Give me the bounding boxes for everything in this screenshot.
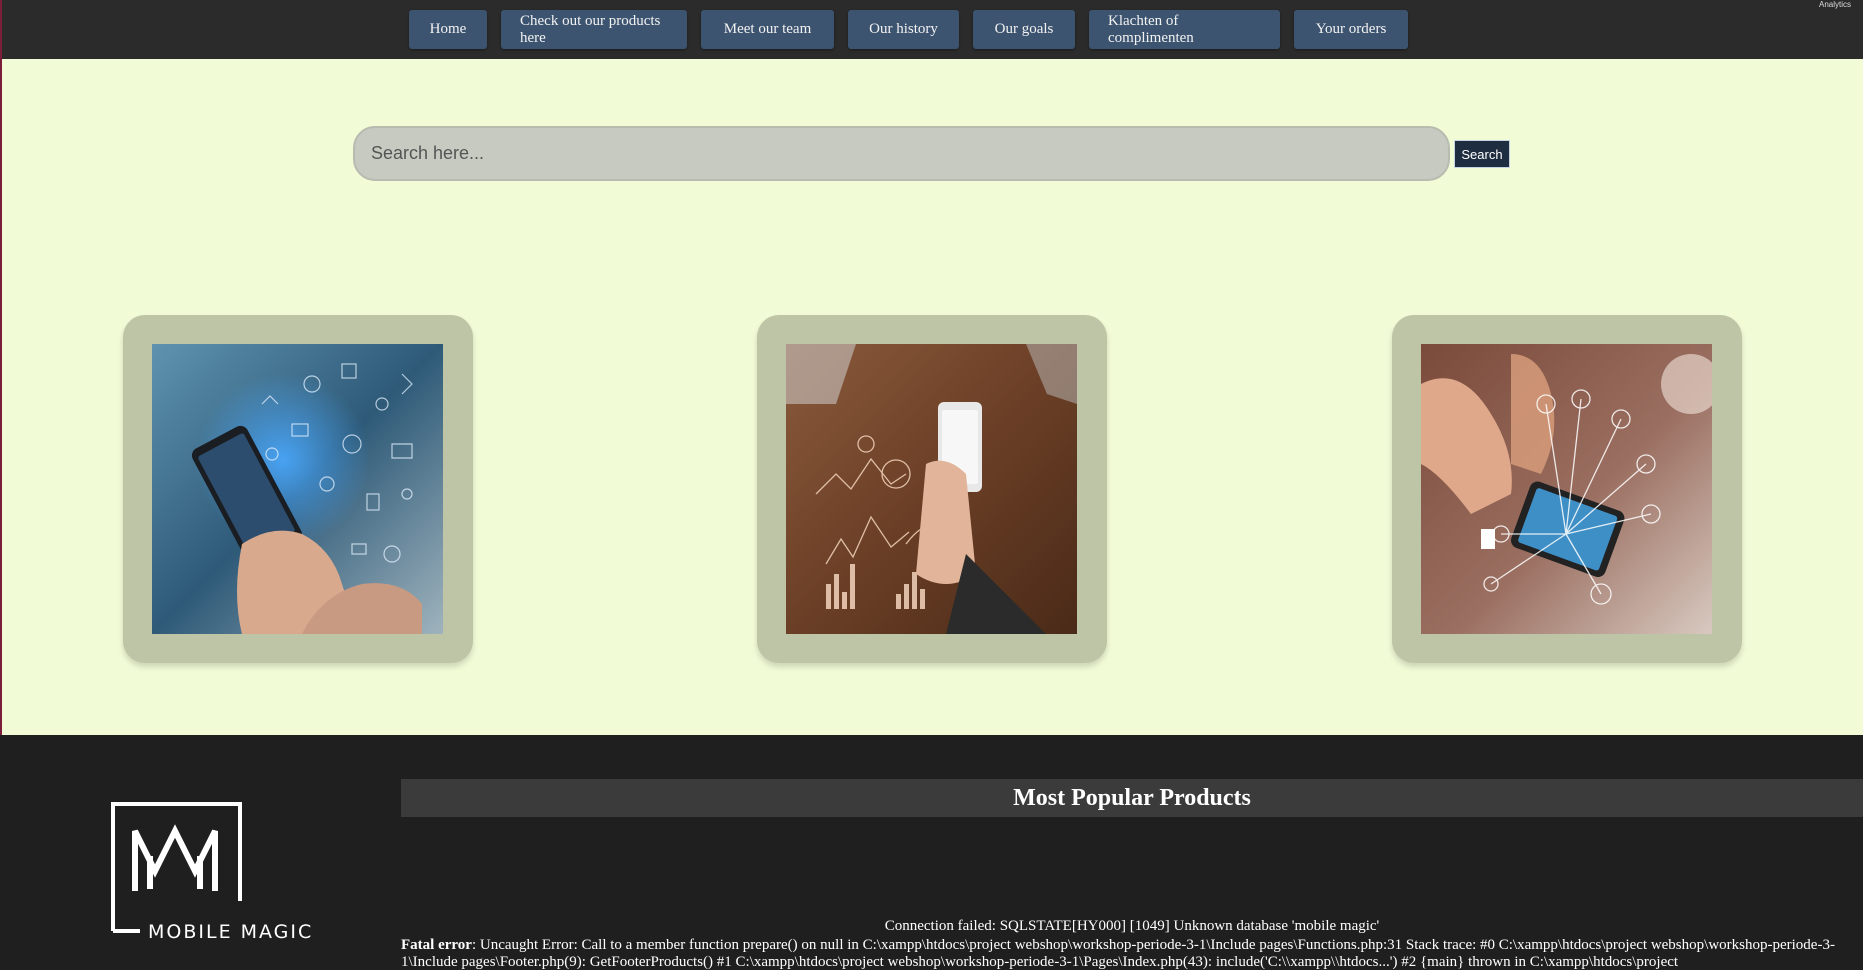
nav-products-button[interactable]: Check out our products here	[501, 10, 687, 49]
popular-products-heading: Most Popular Products	[401, 779, 1863, 817]
logo-text: MOBILE MAGIC	[148, 921, 314, 943]
nav-menu: Home Check out our products here Meet ou…	[409, 10, 1408, 49]
product-card-1[interactable]	[123, 315, 473, 663]
mobile-magic-logo[interactable]	[110, 801, 244, 938]
product-card-3[interactable]	[1392, 315, 1742, 663]
nav-complaints-button[interactable]: Klachten of complimenten	[1089, 10, 1280, 49]
phone-shopping-image[interactable]	[1421, 344, 1712, 634]
nav-home-button[interactable]: Home	[409, 10, 487, 49]
nav-goals-button[interactable]: Our goals	[973, 10, 1075, 49]
analytics-label: Analytics	[1818, 0, 1851, 9]
nav-team-button[interactable]: Meet our team	[701, 10, 834, 49]
fatal-error-label: Fatal error	[401, 937, 472, 953]
nav-history-button[interactable]: Our history	[848, 10, 959, 49]
connection-error-text: Connection failed: SQLSTATE[HY000] [1049…	[884, 918, 1380, 934]
product-card-2[interactable]	[757, 315, 1107, 663]
fatal-error-text: Fatal error: Uncaught Error: Call to a m…	[401, 937, 1863, 970]
top-navigation-bar: Home Check out our products here Meet ou…	[0, 0, 1863, 59]
fatal-error-message: : Uncaught Error: Call to a member funct…	[401, 937, 1835, 970]
phone-charts-image[interactable]	[786, 344, 1077, 634]
nav-orders-button[interactable]: Your orders	[1294, 10, 1408, 49]
search-button[interactable]: Search	[1454, 140, 1510, 168]
phone-network-image[interactable]	[152, 344, 443, 634]
search-input[interactable]: Search here...	[353, 126, 1450, 181]
